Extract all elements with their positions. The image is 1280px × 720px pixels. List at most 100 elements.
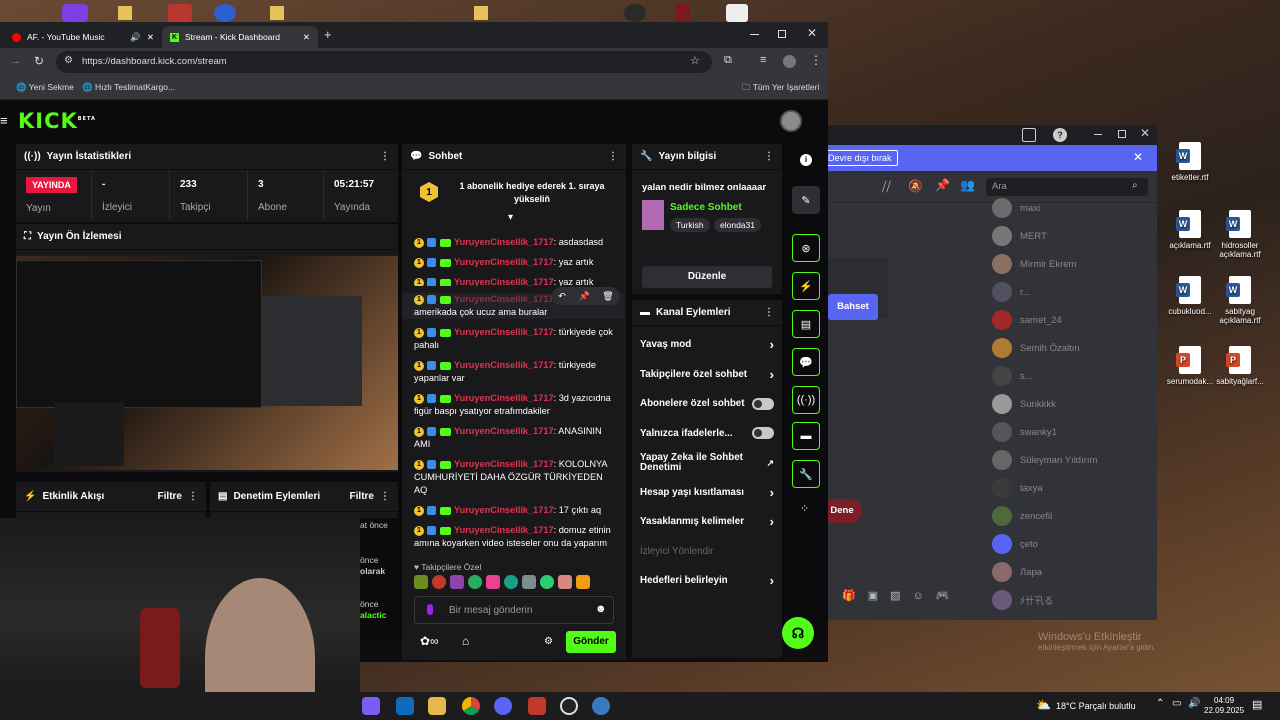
threads-icon[interactable]: ⧸⧸ bbox=[882, 179, 891, 195]
chat-settings-icon[interactable]: ⚙ bbox=[544, 636, 553, 647]
bookmark-star-icon[interactable]: ☆ bbox=[690, 54, 700, 67]
pinned-banner[interactable]: 1 1 abonelik hediye ederek 1. sıraya yük… bbox=[402, 172, 626, 214]
support-button[interactable]: ☊ bbox=[782, 617, 814, 649]
emote-icon[interactable] bbox=[432, 575, 446, 589]
wrench-toolbar-button[interactable]: 🔧 bbox=[792, 460, 820, 488]
game-icon[interactable]: 🎮 bbox=[936, 590, 962, 602]
winrar-icon[interactable] bbox=[528, 697, 546, 715]
folder-icon[interactable] bbox=[474, 6, 488, 20]
app-icon[interactable] bbox=[62, 4, 88, 22]
tray-chevron-icon[interactable]: ⌃ bbox=[1156, 698, 1164, 709]
inbox-icon[interactable] bbox=[1022, 128, 1036, 142]
notification-icon[interactable]: ▤ bbox=[1252, 698, 1262, 711]
app-icon[interactable] bbox=[168, 4, 192, 22]
member-item[interactable]: çeto bbox=[992, 532, 1038, 556]
bookmark-item[interactable]: 🌐 Hızlı TeslimatKargo... bbox=[82, 82, 175, 93]
extensions-icon[interactable]: ⧉ bbox=[724, 54, 732, 67]
activity-filter-button[interactable]: Filtre bbox=[158, 491, 182, 502]
desktop-icon-ppt[interactable]: P sabityağlarf... bbox=[1210, 346, 1270, 386]
minimize-icon[interactable] bbox=[1094, 134, 1102, 135]
taskbar-app-icon[interactable] bbox=[362, 697, 380, 715]
member-item[interactable]: Sunkkkk bbox=[992, 392, 1056, 416]
toggle-switch[interactable] bbox=[752, 397, 774, 410]
discord-icon[interactable] bbox=[494, 697, 512, 715]
action-slow-mode[interactable]: Yavaş mod › bbox=[632, 330, 782, 360]
store-icon[interactable]: ⌂ bbox=[462, 634, 469, 648]
member-item[interactable]: samet_24 bbox=[992, 308, 1062, 332]
chat-username[interactable]: YuruyenCinsellik_1717 bbox=[454, 277, 554, 286]
forward-icon[interactable]: → bbox=[10, 55, 21, 67]
app-icon[interactable] bbox=[592, 697, 610, 715]
member-item[interactable]: Лара bbox=[992, 560, 1042, 584]
folder-icon[interactable] bbox=[118, 6, 132, 20]
chat-username[interactable]: YuruyenCinsellik_1717 bbox=[454, 360, 554, 370]
chat-username[interactable]: YuruyenCinsellik_1717 bbox=[454, 294, 554, 304]
try-button[interactable]: Dene bbox=[822, 499, 862, 523]
maximize-icon[interactable] bbox=[778, 30, 786, 38]
all-bookmarks[interactable]: 🗀 Tüm Yer İşaretleri bbox=[742, 82, 819, 96]
mic-icon[interactable] bbox=[427, 604, 433, 615]
action-emotes-only[interactable]: Yalnızca ifadelerle... bbox=[632, 419, 782, 449]
user-avatar[interactable] bbox=[780, 110, 802, 132]
bookmark-item[interactable]: 🌐 Yeni Sekme bbox=[16, 82, 74, 93]
close-window-icon[interactable]: ✕ bbox=[807, 26, 817, 40]
file-explorer-icon[interactable] bbox=[428, 697, 446, 715]
tag-pill[interactable]: elonda31 bbox=[714, 218, 761, 232]
more-icon[interactable]: ⋮ bbox=[380, 151, 390, 162]
info-icon[interactable]: i bbox=[800, 154, 812, 166]
audio-icon[interactable]: 🔊 bbox=[130, 32, 141, 43]
broadcast-toolbar-button[interactable]: ((·)) bbox=[792, 386, 820, 414]
member-item[interactable]: r... bbox=[992, 280, 1031, 304]
sticker-icon[interactable]: ▧ bbox=[890, 590, 912, 602]
app-icon[interactable] bbox=[624, 4, 646, 22]
chat-username[interactable]: YuruyenCinsellik_1717 bbox=[454, 237, 554, 247]
emoji-icon[interactable]: ☺ bbox=[913, 590, 936, 602]
mention-button[interactable]: Bahset bbox=[828, 294, 878, 320]
network-icon[interactable]: ▭ bbox=[1172, 698, 1181, 709]
emoji-icon[interactable]: ☻ bbox=[595, 603, 607, 615]
member-item[interactable]: ﾒ卄卂る bbox=[992, 588, 1053, 612]
mute-icon[interactable]: 🔕 bbox=[908, 179, 923, 193]
more-icon[interactable]: ⋮ bbox=[380, 491, 390, 502]
member-item[interactable]: Mirmir Ekrem bbox=[992, 252, 1076, 276]
chat-username[interactable]: YuruyenCinsellik_1717 bbox=[454, 505, 554, 515]
member-item[interactable]: taxya bbox=[992, 476, 1043, 500]
member-item[interactable]: zencefil bbox=[992, 504, 1052, 528]
action-account-age[interactable]: Hesap yaşı kısıtlaması › bbox=[632, 478, 782, 508]
emote-icon[interactable] bbox=[450, 575, 464, 589]
clock[interactable]: 04:09 22.09.2025 bbox=[1204, 696, 1244, 716]
edit-button[interactable]: Düzenle bbox=[642, 266, 772, 288]
emote-icon[interactable] bbox=[504, 575, 518, 589]
menu-icon[interactable]: ⋮ bbox=[810, 53, 822, 67]
member-item[interactable]: Semih Özaltın bbox=[992, 336, 1080, 360]
moderation-toolbar-button[interactable]: ⊛ bbox=[792, 234, 820, 262]
action-ai-moderation[interactable]: Yapay Zeka ile Sohbet Denetimi ↗ bbox=[632, 448, 782, 478]
member-item[interactable]: s... bbox=[992, 364, 1033, 388]
close-icon[interactable]: ✕ bbox=[1140, 126, 1150, 140]
edit-toolbar-button[interactable]: ✎ bbox=[792, 186, 820, 214]
close-tab-icon[interactable]: ✕ bbox=[303, 32, 310, 43]
member-item[interactable]: Süleyman Yıldırım bbox=[992, 448, 1097, 472]
maximize-icon[interactable] bbox=[1118, 130, 1126, 138]
actions-toolbar-button[interactable]: ▬ bbox=[792, 422, 820, 450]
log-toolbar-button[interactable]: ▤ bbox=[792, 310, 820, 338]
chat-username[interactable]: YuruyenCinsellik_1717 bbox=[454, 459, 554, 469]
chat-username[interactable]: YuruyenCinsellik_1717 bbox=[454, 393, 554, 403]
desktop-icon-word[interactable]: W etiketler.rtf bbox=[1160, 142, 1220, 182]
reload-icon[interactable]: ↻ bbox=[34, 54, 44, 68]
disable-button[interactable]: Devre dışı bırak bbox=[822, 150, 898, 166]
action-subscribers-only[interactable]: Abonelere özel sohbet bbox=[632, 389, 782, 419]
search-input[interactable]: Ara ⌕ bbox=[986, 178, 1148, 196]
emote-icon[interactable] bbox=[414, 575, 428, 589]
activity-toolbar-button[interactable]: ⚡ bbox=[792, 272, 820, 300]
site-info-icon[interactable]: ⚙ bbox=[64, 55, 73, 66]
emote-icon[interactable] bbox=[486, 575, 500, 589]
pin-icon[interactable]: 📌 bbox=[935, 178, 950, 192]
obs-icon[interactable] bbox=[560, 697, 578, 715]
tab-youtube-music[interactable]: AF. - YouTube Music 🔊 ✕ bbox=[4, 26, 162, 48]
media-icon[interactable]: ≡ bbox=[760, 54, 766, 66]
action-followers-only[interactable]: Takipçilere özel sohbet › bbox=[632, 360, 782, 390]
chrome-icon[interactable] bbox=[462, 697, 480, 715]
member-item[interactable]: swanky1 bbox=[992, 420, 1057, 444]
chat-input[interactable]: Bir mesaj gönderin ☻ bbox=[414, 596, 614, 624]
